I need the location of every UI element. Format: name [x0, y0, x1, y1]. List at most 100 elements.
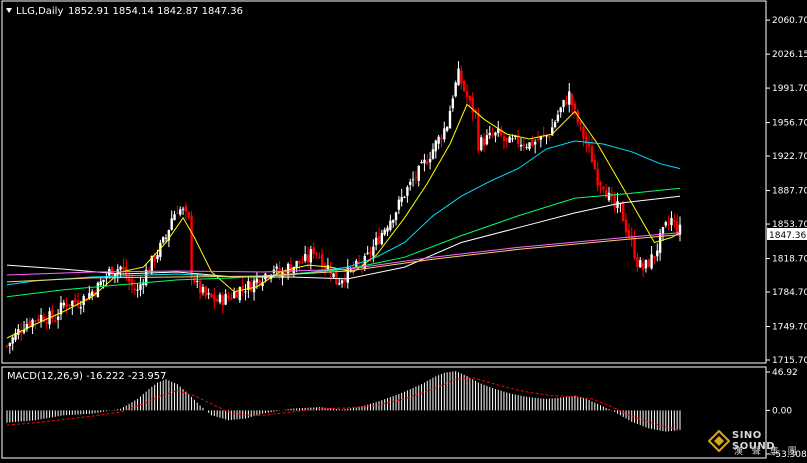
candle	[173, 210, 176, 221]
candle	[51, 305, 54, 323]
candle	[462, 79, 466, 93]
candle	[565, 95, 568, 106]
candle	[386, 225, 389, 236]
candle	[301, 255, 304, 264]
candle	[579, 120, 582, 131]
price-tick-label: 1749.70	[772, 323, 807, 333]
candle	[207, 288, 210, 300]
candle	[471, 92, 474, 122]
candle	[622, 200, 625, 222]
candle	[298, 260, 301, 271]
candle	[570, 93, 574, 114]
candle	[460, 65, 463, 90]
candle	[204, 285, 207, 300]
candle	[451, 95, 455, 112]
candle	[488, 125, 491, 139]
candle	[238, 286, 242, 303]
candle	[573, 100, 577, 117]
candle	[391, 219, 395, 228]
candle	[96, 281, 100, 298]
candle	[531, 135, 534, 148]
price-tick-label: 1784.70	[772, 288, 807, 298]
candle	[14, 328, 17, 343]
candle	[548, 134, 551, 141]
candle	[357, 255, 361, 267]
candle	[11, 334, 14, 351]
last-price-value: 1847.36	[769, 231, 806, 241]
candle	[380, 229, 384, 246]
candle	[218, 292, 222, 305]
candle	[437, 134, 440, 150]
candle	[528, 142, 531, 151]
macd-signal-layer	[6, 377, 681, 431]
candle	[556, 110, 560, 123]
price-axis: 2060.70 2026.15 1991.70 1956.70 1922.70 1887.…	[766, 16, 807, 366]
trading-chart[interactable]: 2060.70 2026.15 1991.70 1956.70 1922.70 1887.…	[0, 0, 807, 463]
candle	[122, 258, 125, 276]
candle	[281, 267, 284, 286]
symbol-dropdown-icon[interactable]	[6, 8, 12, 13]
price-tick-label: 1818.70	[772, 255, 807, 265]
candle	[426, 154, 429, 166]
candle	[678, 216, 682, 242]
candle	[525, 143, 528, 150]
candle	[533, 139, 537, 154]
candle	[553, 119, 557, 129]
candle	[76, 292, 80, 309]
candle	[411, 171, 415, 187]
candle	[99, 277, 102, 287]
candle	[374, 231, 378, 251]
moving-average-line-2	[6, 195, 681, 280]
candle	[443, 121, 446, 143]
candle	[332, 273, 335, 279]
candle	[539, 135, 543, 148]
ohlc-label: 1852.91 1854.14 1842.87 1847.36	[68, 6, 243, 17]
candle	[59, 295, 63, 321]
candle	[641, 257, 645, 278]
price-tick-label: 1956.70	[772, 119, 807, 129]
candle	[431, 143, 435, 160]
moving-average-line-5	[6, 232, 681, 276]
candle	[360, 261, 364, 274]
candle	[602, 185, 605, 194]
candle	[161, 236, 165, 244]
moving-averages-layer	[6, 103, 681, 339]
candle	[414, 170, 418, 185]
candle	[480, 134, 483, 152]
candle	[406, 185, 409, 203]
candle	[176, 205, 179, 214]
candle	[667, 215, 670, 230]
candle	[653, 255, 656, 265]
candle	[519, 137, 523, 151]
logo-subtext: 漢 聲 集 團	[734, 447, 800, 457]
last-price-marker: 1847.36	[767, 228, 807, 241]
moving-average-line-1	[6, 103, 681, 339]
candle	[516, 129, 520, 149]
macd-tick-label: 0.00	[772, 406, 792, 416]
candle	[491, 127, 494, 139]
candle	[465, 84, 469, 104]
candle	[505, 137, 508, 149]
candle	[502, 132, 506, 150]
candle	[400, 188, 403, 207]
candle	[221, 292, 225, 314]
candle	[434, 139, 437, 159]
candle	[323, 262, 327, 276]
candle	[494, 131, 497, 143]
candle	[127, 269, 131, 291]
candle	[326, 257, 330, 271]
candle	[673, 213, 676, 228]
candle	[250, 276, 253, 293]
candle	[252, 277, 256, 301]
candle	[633, 230, 636, 260]
candle	[187, 211, 190, 220]
candle	[377, 227, 381, 245]
candle	[675, 214, 679, 236]
candle	[559, 106, 562, 118]
candle	[315, 252, 318, 259]
candle	[56, 308, 60, 329]
price-tick-label: 2060.70	[772, 16, 807, 26]
candle	[536, 130, 540, 142]
price-tick-label: 1991.70	[772, 84, 807, 94]
candle	[397, 196, 401, 215]
